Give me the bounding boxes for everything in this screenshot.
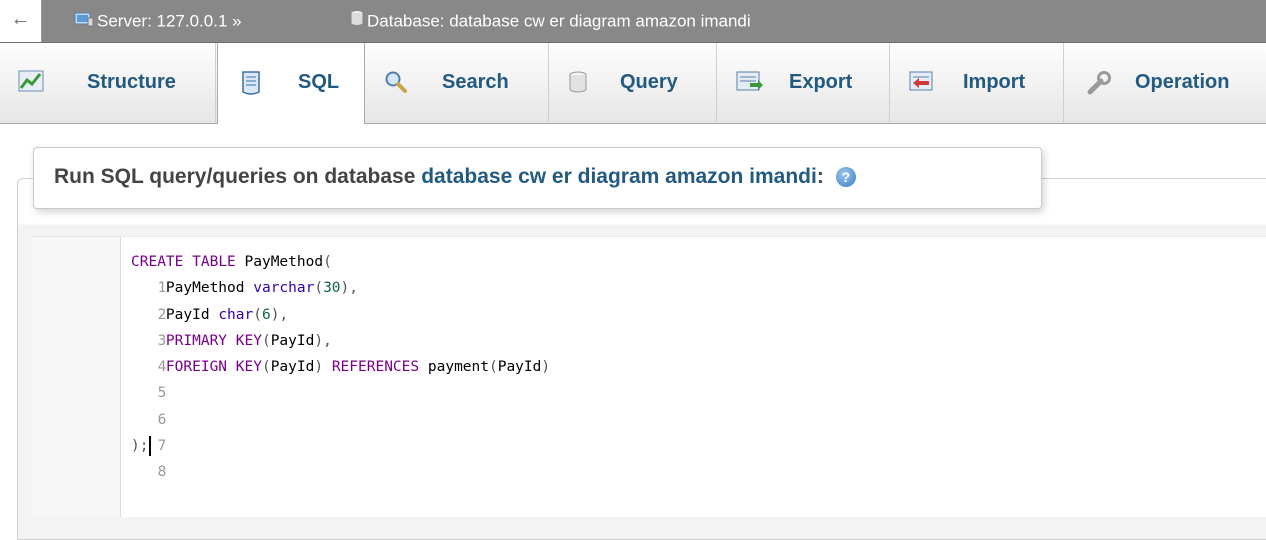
help-icon[interactable]: ?: [835, 167, 856, 188]
title-text: Run SQL query/queries on database: [54, 165, 422, 188]
sql-code-text[interactable]: CREATE TABLE PayMethod( PayMethod varcha…: [131, 249, 550, 459]
database-name-link[interactable]: database cw er diagram amazon imandi: [421, 165, 817, 188]
top-breadcrumb-bar: ← Server: 127.0.0.1 » Database: database…: [0, 0, 1266, 43]
back-arrow-icon[interactable]: ←: [0, 0, 42, 42]
tab-sql[interactable]: SQL: [217, 43, 365, 124]
code-line-text: PayMethod varchar(30),: [165, 280, 359, 297]
database-icon: [350, 1, 364, 43]
title-colon: :: [816, 165, 824, 188]
main-tab-bar: Structure SQL Search Query Export Import…: [0, 43, 1266, 124]
code-line-text: );: [131, 433, 550, 459]
export-icon: [736, 70, 764, 98]
sql-editor[interactable]: 1 2 3 4 5 6 7 8 CREATE TABLE PayMethod( …: [32, 236, 1266, 517]
code-line-text: [131, 407, 550, 433]
import-icon: [909, 70, 935, 98]
tab-operations[interactable]: Operation: [1065, 43, 1266, 123]
search-icon: [384, 70, 408, 100]
code-line-text: PRIMARY KEY(PayId),: [165, 332, 332, 349]
code-line-text: FOREIGN KEY(PayId) REFERENCES payment(Pa…: [165, 359, 551, 376]
tab-query[interactable]: Query: [550, 43, 717, 123]
breadcrumb-server[interactable]: Server: 127.0.0.1 »: [74, 0, 242, 42]
tab-structure[interactable]: Structure: [0, 43, 216, 123]
structure-icon: [18, 70, 44, 98]
tab-import[interactable]: Import: [891, 43, 1064, 123]
line-number: 8: [157, 464, 167, 481]
breadcrumb-database[interactable]: Database: database cw er diagram amazon …: [350, 0, 751, 42]
code-line-text: CREATE TABLE PayMethod(: [131, 254, 332, 270]
sql-icon: [240, 70, 262, 102]
wrench-icon: [1086, 70, 1112, 102]
code-line-text: PayId char(6),: [165, 306, 289, 323]
tab-export[interactable]: Export: [718, 43, 890, 123]
code-line-text: [131, 380, 550, 406]
query-icon: [568, 70, 588, 100]
sql-panel-title: Run SQL query/queries on database databa…: [33, 147, 1042, 209]
tab-search[interactable]: Search: [366, 43, 549, 123]
text-cursor: [149, 436, 152, 457]
server-icon: [74, 1, 94, 43]
